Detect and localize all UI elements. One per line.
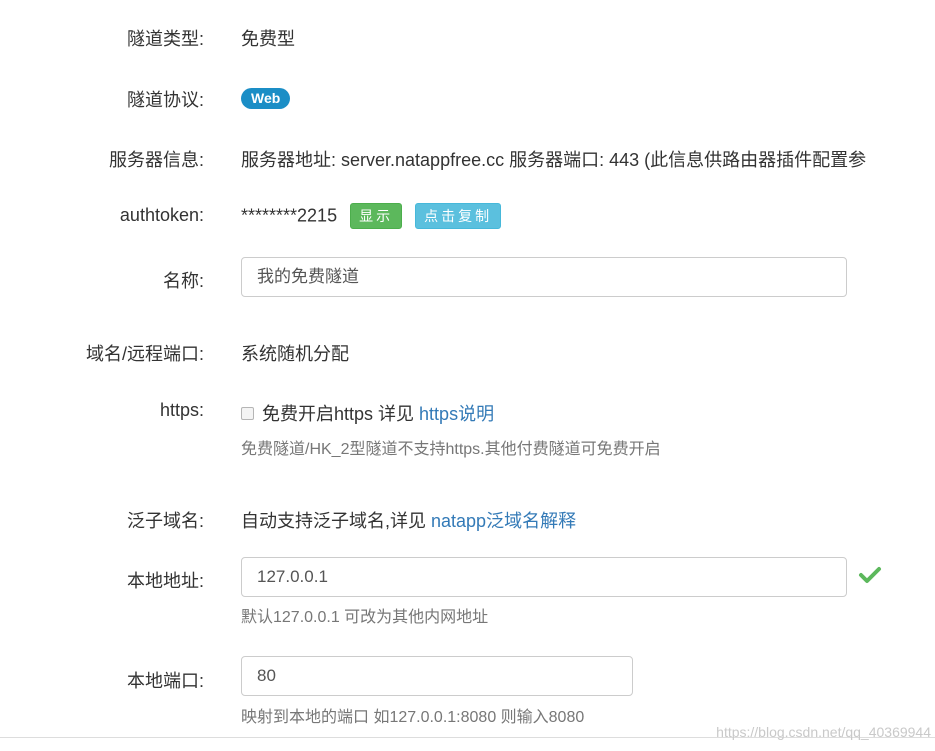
protocol-label: 隧道协议: <box>126 90 204 110</box>
domain-value: 系统随机分配 <box>241 344 349 364</box>
local-address-help: 默认127.0.0.1 可改为其他内网地址 <box>241 609 489 626</box>
server-info-label: 服务器信息: <box>108 150 204 170</box>
local-port-help: 映射到本地的端口 如127.0.0.1:8080 则输入8080 <box>241 709 585 726</box>
local-address-label: 本地地址: <box>126 571 204 591</box>
authtoken-row: ********2215 显示 点击复制 <box>241 203 502 229</box>
https-help-link[interactable]: https说明 <box>419 404 494 424</box>
wildcard-value: 自动支持泛子域名,详见 natapp泛域名解释 <box>241 507 576 533</box>
wildcard-help-link[interactable]: natapp泛域名解释 <box>431 511 576 531</box>
authtoken-label: authtoken: <box>119 205 204 225</box>
server-info-value: 服务器地址: server.natappfree.cc 服务器端口: 443 (… <box>241 150 867 170</box>
wildcard-text: 自动支持泛子域名,详见 <box>241 511 426 531</box>
name-label: 名称: <box>162 271 204 291</box>
copy-token-button[interactable]: 点击复制 <box>415 203 502 229</box>
check-icon <box>858 565 882 585</box>
https-label: https: <box>159 400 204 420</box>
local-address-input[interactable]: 127.0.0.1 <box>241 557 847 597</box>
watermark: https://blog.csdn.net/qq_40369944 <box>716 724 931 740</box>
protocol-value: Web <box>241 87 291 109</box>
local-port-label: 本地端口: <box>126 671 204 691</box>
authtoken-value: ********2215 <box>241 205 338 226</box>
local-port-input[interactable]: 80 <box>241 656 633 696</box>
show-token-button[interactable]: 显示 <box>350 203 403 229</box>
name-input[interactable]: 我的免费隧道 <box>241 257 847 297</box>
protocol-badge: Web <box>241 88 291 109</box>
tunnel-type-value: 免费型 <box>241 29 295 49</box>
https-option: 免费开启https 详见 https说明 <box>241 400 494 426</box>
wildcard-label: 泛子域名: <box>126 511 204 531</box>
https-checkbox-label: 免费开启https 详见 <box>262 404 415 424</box>
domain-label: 域名/远程端口: <box>85 344 204 364</box>
tunnel-type-label: 隧道类型: <box>126 29 204 49</box>
https-checkbox[interactable] <box>241 406 254 420</box>
https-help-text: 免费隧道/HK_2型隧道不支持https.其他付费隧道可免费开启 <box>241 441 661 458</box>
